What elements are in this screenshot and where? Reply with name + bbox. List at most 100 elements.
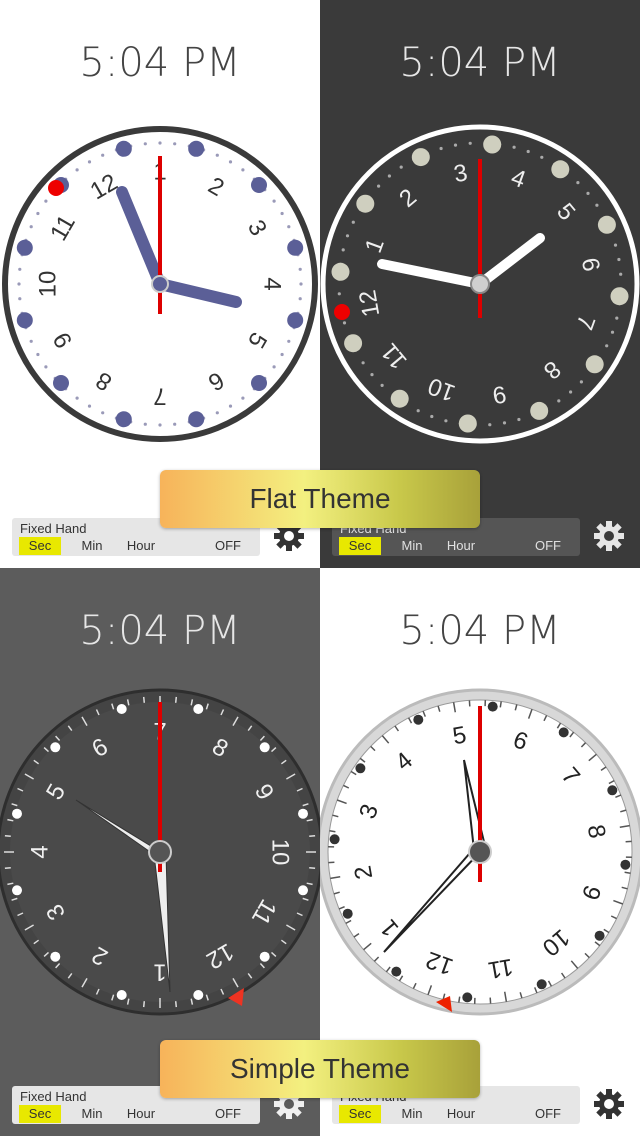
hour-marker-dot xyxy=(413,714,424,725)
hour-marker-dot xyxy=(607,785,618,796)
minute-tick xyxy=(87,160,92,164)
fixed-hand-min-option[interactable]: Min xyxy=(74,537,110,555)
fixed-hand-sec-option[interactable]: Sec xyxy=(339,1105,381,1123)
hour-marker-dot xyxy=(16,239,33,256)
minute-tick xyxy=(87,404,92,408)
minute-tick xyxy=(280,211,284,216)
minute-tick xyxy=(526,149,530,154)
fixed-hand-min-option[interactable]: Min xyxy=(394,537,430,555)
hour-marker-dot xyxy=(259,742,270,753)
fixed-hand-hour-option[interactable]: Hour xyxy=(120,537,162,555)
fixed-hand-sec-option[interactable]: Sec xyxy=(19,1105,61,1123)
hour-marker-dot xyxy=(597,215,616,234)
hour-marker-dot xyxy=(116,990,127,1000)
minute-tick xyxy=(576,181,580,185)
clock-numeral: 10 xyxy=(267,839,294,866)
minute-tick xyxy=(370,373,374,377)
minute-tick xyxy=(18,297,22,301)
fixed-hand-off-option[interactable]: OFF xyxy=(528,537,568,555)
gear-icon[interactable] xyxy=(592,519,626,553)
minute-tick xyxy=(158,423,162,427)
fixed-hand-hour-option[interactable]: Hour xyxy=(120,1105,162,1123)
digital-time: 5:04 PM xyxy=(79,40,241,86)
minute-tick xyxy=(595,203,599,207)
minute-tick xyxy=(458,996,461,1003)
simple-theme-banner: Simple Theme xyxy=(160,1040,480,1098)
hour-marker-dot xyxy=(390,389,409,408)
minute-tick xyxy=(143,422,147,426)
fixed-hand-hour-option[interactable]: Hour xyxy=(440,1105,482,1123)
fixed-hand-off-option[interactable]: OFF xyxy=(208,537,248,555)
hour-marker-dot xyxy=(188,411,205,428)
minute-tick xyxy=(29,339,33,343)
minute-tick xyxy=(345,234,350,238)
minute-tick xyxy=(377,184,381,188)
hour-marker-dot xyxy=(458,414,477,433)
minute-tick xyxy=(540,155,544,159)
minute-tick xyxy=(298,267,302,271)
hour-marker-dot xyxy=(298,808,308,819)
minute-tick xyxy=(517,417,521,422)
minute-tick xyxy=(173,142,177,146)
minute-tick xyxy=(215,153,219,157)
minute-tick xyxy=(499,701,502,708)
minute-tick xyxy=(329,830,336,833)
minute-tick xyxy=(617,257,621,262)
hour-marker-dot xyxy=(287,239,304,256)
minute-tick xyxy=(430,414,434,419)
hour-marker-dot xyxy=(12,808,22,819)
gear-icon[interactable] xyxy=(592,1087,626,1121)
minute-tick xyxy=(17,282,21,286)
minute-tick xyxy=(605,344,609,348)
hour-marker-dot xyxy=(287,312,304,329)
hour-marker-dot xyxy=(585,355,604,374)
minute-tick xyxy=(75,396,79,400)
flat-theme-banner: Flat Theme xyxy=(160,470,480,528)
clock-numeral: 4 xyxy=(259,277,286,290)
fixed-hand-off-option[interactable]: OFF xyxy=(528,1105,568,1123)
minute-tick xyxy=(387,174,391,178)
hour-marker-dot xyxy=(50,951,61,962)
minute-tick xyxy=(287,339,291,343)
minute-tick xyxy=(468,141,472,145)
minute-tick xyxy=(512,145,516,149)
clock-numeral: 10 xyxy=(35,271,62,298)
minute-tick xyxy=(615,316,619,320)
fixed-hand-sec-option[interactable]: Sec xyxy=(19,537,61,555)
clock-numeral: 1 xyxy=(153,959,166,986)
hour-marker-dot xyxy=(193,704,204,714)
minute-tick xyxy=(416,409,420,413)
fixed-hand-min-option[interactable]: Min xyxy=(74,1105,110,1123)
minute-tick xyxy=(4,866,11,870)
hour-marker-dot xyxy=(53,375,69,391)
fixed-hand-off-option[interactable]: OFF xyxy=(208,1105,248,1123)
minute-tick xyxy=(586,191,590,195)
minute-tick xyxy=(309,866,316,870)
minute-tick xyxy=(569,390,573,394)
minute-tick xyxy=(502,421,507,425)
minute-tick xyxy=(44,365,48,369)
fixed-hand-min-option[interactable]: Min xyxy=(394,1105,430,1123)
minute-tick xyxy=(272,199,276,203)
hour-marker-dot xyxy=(12,885,22,896)
minute-tick xyxy=(624,871,631,874)
minute-tick xyxy=(351,220,355,224)
hour-marker-dot xyxy=(620,859,631,870)
minute-tick xyxy=(174,696,178,703)
hour-marker-dot xyxy=(411,148,430,167)
minute-tick xyxy=(299,282,303,286)
analog-clock-face: 121234567891011 xyxy=(0,688,320,1016)
clock-numeral: 4 xyxy=(27,845,54,858)
hour-marker-dot xyxy=(483,135,502,154)
fixed-hand-hour-option[interactable]: Hour xyxy=(440,537,482,555)
minute-tick xyxy=(4,834,11,838)
minute-tick xyxy=(444,419,448,423)
minute-tick xyxy=(488,423,492,427)
fixed-hand-sec-option[interactable]: Sec xyxy=(339,537,381,555)
clock-numeral: 7 xyxy=(153,383,166,410)
minute-tick xyxy=(610,330,615,334)
minute-tick xyxy=(18,267,22,271)
hour-marker-dot xyxy=(331,262,350,281)
digital-time: 5:04 PM xyxy=(399,40,561,86)
analog-clock-face: 121234567891011 xyxy=(320,124,640,444)
